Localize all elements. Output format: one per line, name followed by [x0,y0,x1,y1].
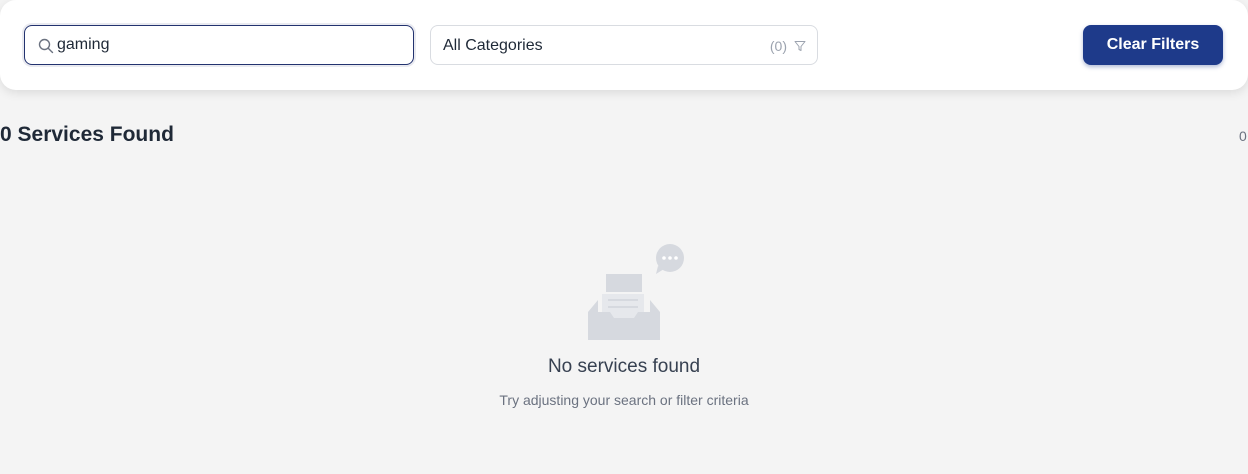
chat-bubble-icon [656,244,684,274]
filter-bar: All Categories (0) Clear Filters [0,0,1248,90]
search-field[interactable] [24,25,414,65]
category-selected-label: All Categories [443,37,543,54]
results-title: 0 Services Found [0,123,174,146]
clear-filters-button[interactable]: Clear Filters [1083,25,1223,65]
search-input[interactable] [57,26,407,63]
search-icon [38,38,54,54]
filter-icon [794,41,806,51]
results-count: 0 [1239,128,1247,144]
empty-state-title: No services found [547,356,701,377]
category-select[interactable]: All Categories (0) [430,25,818,65]
category-count: (0) [769,38,787,54]
empty-inbox-icon [588,244,684,340]
empty-state-subtitle: Try adjusting your search or filter crit… [499,392,749,408]
